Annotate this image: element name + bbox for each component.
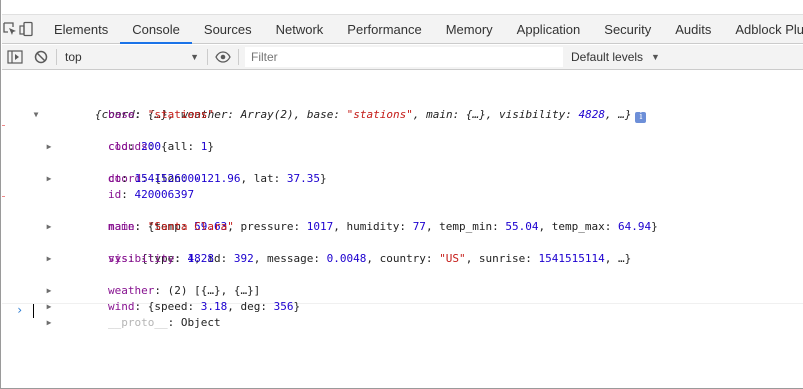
console-toolbar: top ▼ Default levels ▼ — [2, 45, 803, 70]
tab-performance[interactable]: Performance — [335, 15, 433, 43]
context-selector-value: top — [65, 50, 82, 64]
text-caret — [33, 304, 34, 318]
tab-network[interactable]: Network — [264, 15, 336, 43]
toolbar-separator — [207, 49, 208, 65]
live-expression-eye-icon[interactable] — [210, 45, 236, 70]
property-row[interactable]: ▶ coord: {lon: -121.96, lat: 37.35} — [2, 139, 803, 185]
device-toolbar-icon[interactable] — [18, 15, 34, 43]
dropdown-arrow-icon: ▼ — [190, 52, 199, 62]
property-row[interactable]: ▶ weather: (2) [{…}, {…}] — [2, 251, 803, 297]
console-output: ▼ {coord: {…}, weather: Array(2), base: … — [2, 71, 803, 387]
log-levels-dropdown[interactable]: Default levels ▼ — [563, 50, 660, 64]
context-selector[interactable]: top ▼ — [59, 45, 205, 70]
tab-console[interactable]: Console — [120, 15, 192, 44]
property-row: base: "stations" — [107, 108, 214, 121]
clear-console-icon[interactable] — [28, 45, 54, 70]
tab-application[interactable]: Application — [505, 15, 593, 43]
tab-audits[interactable]: Audits — [663, 15, 723, 43]
property-row[interactable]: ▶ wind: {speed: 3.18, deg: 356} — [2, 267, 803, 313]
tab-sources[interactable]: Sources — [192, 15, 264, 43]
property-row: cod: 200 — [107, 140, 161, 153]
console-prompt[interactable]: › — [2, 302, 803, 320]
tab-adblock-plus[interactable]: Adblock Plus — [723, 15, 803, 43]
property-row: name: "Santa Clara" — [107, 220, 234, 233]
show-sidebar-icon[interactable] — [2, 45, 28, 70]
inspect-element-icon[interactable] — [2, 15, 18, 43]
dropdown-arrow-icon: ▼ — [651, 52, 660, 62]
tab-memory[interactable]: Memory — [434, 15, 505, 43]
property-row[interactable]: ▶ clouds: {all: 1} — [2, 107, 803, 153]
property-row[interactable]: ▶ __proto__: Object — [2, 283, 803, 329]
property-row: dt: 1541526000 — [107, 172, 201, 185]
prompt-chevron-icon: › — [16, 303, 24, 317]
tab-security[interactable]: Security — [592, 15, 663, 43]
property-row[interactable]: ▶ main: {temp: 59.63, pressure: 1017, hu… — [2, 187, 803, 233]
devtools-tab-bar: Elements Console Sources Network Perform… — [2, 14, 803, 44]
console-message: ▼ {coord: {…}, weather: Array(2), base: … — [2, 71, 803, 329]
object-summary-row[interactable]: ▼ {coord: {…}, weather: Array(2), base: … — [2, 75, 803, 123]
devtools-window: Elements Console Sources Network Perform… — [0, 0, 803, 389]
tab-elements[interactable]: Elements — [42, 15, 120, 43]
property-row: id: 420006397 — [107, 188, 195, 201]
property-row: visibility: 4828 — [107, 252, 214, 265]
property-row[interactable]: ▶ sys: {type: 1, id: 392, message: 0.004… — [2, 219, 803, 265]
toolbar-separator — [238, 49, 239, 65]
toolbar-separator — [56, 49, 57, 65]
filter-input[interactable] — [245, 47, 563, 67]
log-levels-label: Default levels — [571, 50, 644, 64]
